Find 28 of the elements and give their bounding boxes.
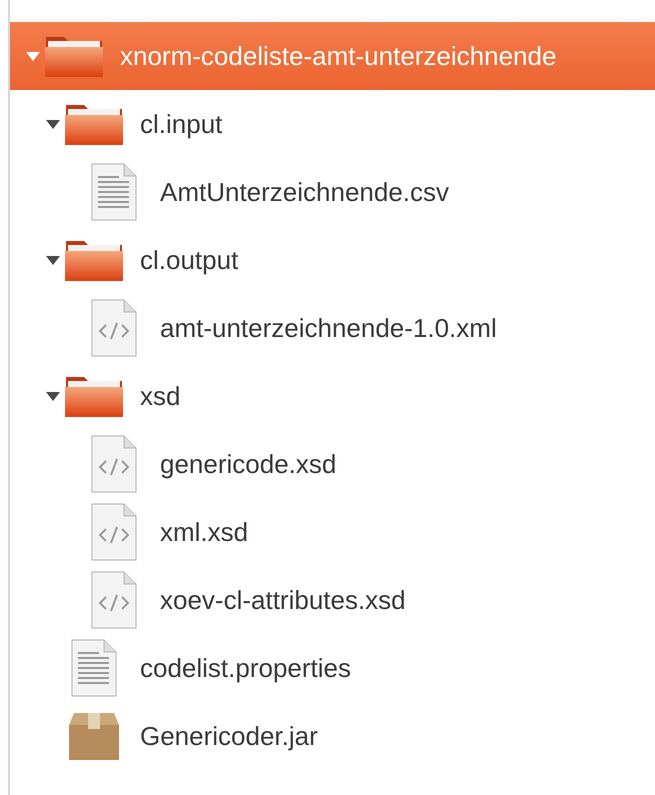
code-file-icon bbox=[91, 299, 137, 357]
tree-row[interactable]: AmtUnterzeichnende.csv bbox=[10, 158, 655, 226]
item-label: Genericoder.jar bbox=[140, 720, 318, 752]
tree-row[interactable]: genericode.xsd bbox=[10, 430, 655, 498]
item-label: codelist.properties bbox=[140, 652, 351, 684]
tree-row[interactable]: cl.input bbox=[10, 90, 655, 158]
code-file-icon bbox=[91, 503, 137, 561]
tree-row[interactable]: xml.xsd bbox=[10, 498, 655, 566]
tree-row[interactable]: xsd bbox=[10, 362, 655, 430]
tree-row[interactable]: cl.output bbox=[10, 226, 655, 294]
item-label: xoev-cl-attributes.xsd bbox=[160, 584, 406, 616]
tree-row[interactable]: xoev-cl-attributes.xsd bbox=[10, 566, 655, 634]
item-label: xsd bbox=[140, 380, 180, 412]
item-label: AmtUnterzeichnende.csv bbox=[160, 176, 450, 208]
text-file-icon bbox=[91, 163, 137, 221]
text-file-icon bbox=[71, 639, 117, 697]
tree-row[interactable]: Genericoder.jar bbox=[10, 702, 655, 770]
code-file-icon bbox=[91, 435, 137, 493]
item-label: cl.input bbox=[140, 108, 222, 140]
code-file-icon bbox=[91, 571, 137, 629]
item-label: xml.xsd bbox=[160, 516, 248, 548]
tree-row[interactable]: codelist.properties bbox=[10, 634, 655, 702]
package-icon bbox=[68, 711, 120, 761]
item-label: xnorm-codeliste-amt-unterzeichnende bbox=[120, 40, 556, 72]
item-label: genericode.xsd bbox=[160, 448, 336, 480]
tree-row[interactable]: amt-unterzeichnende-1.0.xml bbox=[10, 294, 655, 362]
item-label: cl.output bbox=[140, 244, 238, 276]
item-label: amt-unterzeichnende-1.0.xml bbox=[160, 312, 497, 344]
